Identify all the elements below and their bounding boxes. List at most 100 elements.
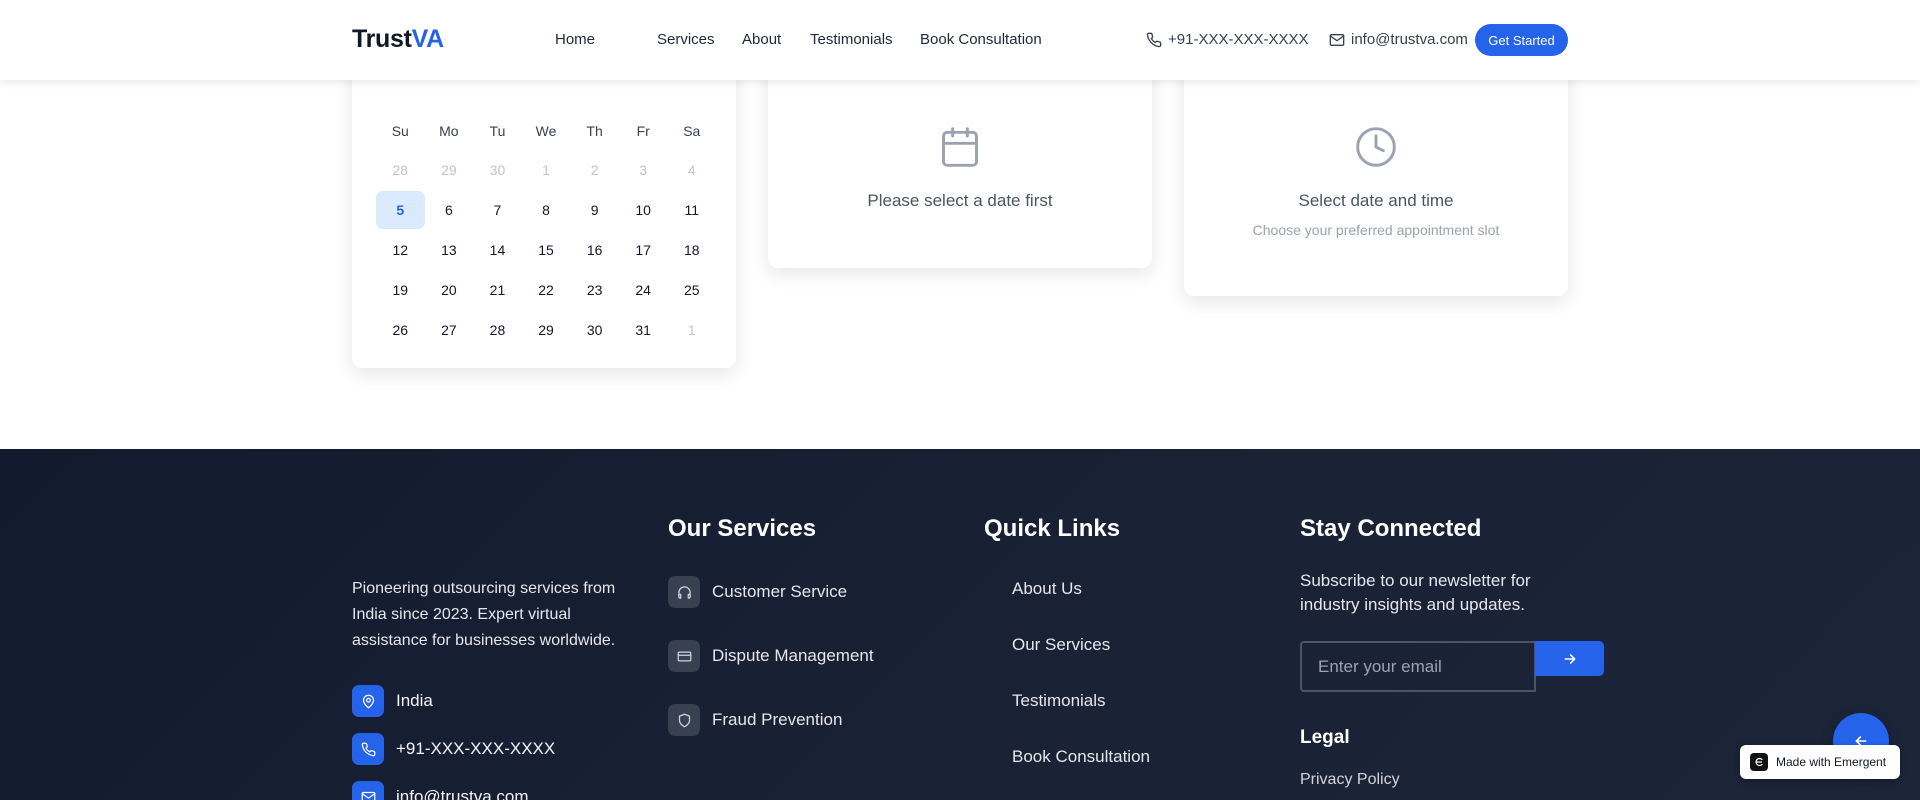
map-pin-icon bbox=[352, 685, 384, 717]
headphones-icon bbox=[668, 576, 700, 608]
quick-link-testimonials[interactable]: Testimonials bbox=[1012, 691, 1106, 711]
service-link-fraud-prevention[interactable]: Fraud Prevention bbox=[668, 704, 842, 736]
calendar-day-outside: 28 bbox=[392, 162, 409, 178]
calendar-week: 26 27 28 29 30 31 1 bbox=[376, 311, 716, 349]
calendar-day[interactable]: 7 bbox=[473, 191, 522, 229]
header-email-text: info@trustva.com bbox=[1351, 31, 1468, 48]
nav-home[interactable]: Home bbox=[555, 31, 595, 48]
nav-book-consultation[interactable]: Book Consultation bbox=[920, 31, 1042, 48]
site-logo[interactable]: TrustVA bbox=[352, 25, 444, 54]
shield-icon bbox=[668, 704, 700, 736]
select-date-message: Please select a date first bbox=[867, 191, 1053, 210]
footer-about-text: Pioneering outsourcing services from Ind… bbox=[352, 580, 616, 649]
nav-about[interactable]: About bbox=[742, 31, 781, 48]
site-footer: Pioneering outsourcing services from Ind… bbox=[0, 449, 1920, 800]
calendar-day[interactable]: 27 bbox=[425, 311, 474, 349]
badge-label: Made with Emergent bbox=[1776, 755, 1887, 769]
service-label: Dispute Management bbox=[712, 646, 874, 665]
quick-link-our-services[interactable]: Our Services bbox=[1012, 635, 1110, 655]
nav-services[interactable]: Services bbox=[657, 31, 715, 48]
calendar-week: 5 6 7 8 9 10 11 bbox=[376, 191, 716, 229]
services-heading: Our Services bbox=[668, 515, 817, 542]
calendar-day[interactable]: 9 bbox=[570, 191, 619, 229]
calendar-day[interactable]: 23 bbox=[570, 271, 619, 309]
calendar-day[interactable]: 29 bbox=[522, 311, 571, 349]
service-label: Customer Service bbox=[712, 582, 848, 601]
summary-title: Select date and time bbox=[1298, 191, 1454, 210]
service-link-dispute-management[interactable]: Dispute Management bbox=[668, 640, 874, 672]
calendar-day[interactable]: 6 bbox=[425, 191, 474, 229]
calendar-weekdays: Su Mo Tu We Th Fr Sa bbox=[376, 112, 716, 150]
calendar-day[interactable]: 31 bbox=[619, 311, 668, 349]
weekday-label: Sa bbox=[683, 123, 701, 139]
calendar-day[interactable]: 28 bbox=[473, 311, 522, 349]
stay-connected-heading: Stay Connected bbox=[1300, 515, 1482, 542]
calendar-day[interactable]: 16 bbox=[570, 231, 619, 269]
weekday-label: Tu bbox=[489, 123, 506, 139]
calendar-day-outside: 29 bbox=[441, 162, 457, 178]
arrow-right-icon bbox=[1564, 653, 1575, 664]
quick-link-about-us[interactable]: About Us bbox=[1012, 579, 1082, 599]
calendar-day-selected[interactable]: 5 bbox=[376, 191, 425, 229]
calendar-day-disabled: 4 bbox=[687, 162, 696, 178]
calendar-day[interactable]: 8 bbox=[522, 191, 571, 229]
footer-email[interactable]: info@trustva.com bbox=[352, 781, 529, 800]
nav-testimonials[interactable]: Testimonials bbox=[810, 31, 893, 48]
calendar-day[interactable]: 13 bbox=[425, 231, 474, 269]
calendar-day[interactable]: 10 bbox=[619, 191, 668, 229]
newsletter-text: Subscribe to our newsletter for industry… bbox=[1300, 571, 1531, 614]
calendar-day[interactable]: 21 bbox=[473, 271, 522, 309]
legal-heading: Legal bbox=[1300, 727, 1350, 748]
header-phone[interactable]: +91-XXX-XXX-XXXX bbox=[1146, 31, 1308, 48]
newsletter-email-input[interactable] bbox=[1300, 641, 1536, 692]
calendar-day-disabled: 3 bbox=[639, 162, 648, 178]
calendar-icon bbox=[942, 127, 978, 167]
phone-icon bbox=[1146, 32, 1162, 47]
quick-links-heading: Quick Links bbox=[984, 515, 1121, 542]
calendar-day[interactable]: 17 bbox=[619, 231, 668, 269]
calendar-day-disabled: 1 bbox=[542, 162, 550, 178]
calendar-week: 19 20 21 22 23 24 25 bbox=[376, 271, 716, 309]
header-phone-text: +91-XXX-XXX-XXXX bbox=[1168, 31, 1309, 48]
phone-icon bbox=[352, 733, 384, 765]
calendar-day[interactable]: 11 bbox=[667, 191, 716, 229]
service-link-customer-service[interactable]: Customer Service bbox=[668, 576, 847, 608]
emergent-logo-icon bbox=[1750, 753, 1768, 771]
logo-main: Trust bbox=[352, 25, 412, 53]
calendar-day[interactable]: 30 bbox=[570, 311, 619, 349]
weekday-label: Th bbox=[586, 123, 603, 139]
calendar-day[interactable]: 20 bbox=[425, 271, 474, 309]
footer-phone[interactable]: +91-XXX-XXX-XXXX bbox=[352, 733, 555, 765]
calendar-day[interactable]: 25 bbox=[667, 271, 716, 309]
calendar-day[interactable]: 18 bbox=[667, 231, 716, 269]
calendar-day-outside: 1 bbox=[687, 322, 696, 338]
weekday-label: Mo bbox=[439, 123, 459, 139]
calendar-day[interactable]: 26 bbox=[376, 311, 425, 349]
weekday-label: Su bbox=[391, 123, 409, 139]
calendar-day[interactable]: 19 bbox=[376, 271, 425, 309]
footer-location-text: India bbox=[396, 691, 433, 710]
quick-link-book-consultation[interactable]: Book Consultation bbox=[1012, 747, 1150, 767]
credit-card-icon bbox=[668, 640, 700, 672]
header-email[interactable]: info@trustva.com bbox=[1329, 31, 1468, 48]
calendar-day[interactable]: 24 bbox=[619, 271, 668, 309]
calendar-day-outside: 30 bbox=[489, 162, 506, 178]
calendar-day[interactable]: 12 bbox=[376, 231, 425, 269]
calendar-day[interactable]: 14 bbox=[473, 231, 522, 269]
newsletter-subscribe-button[interactable] bbox=[1535, 641, 1604, 676]
weekday-label: We bbox=[535, 123, 557, 139]
site-header: TrustVA Home Services About Testimonials… bbox=[0, 0, 1920, 80]
made-with-emergent-badge[interactable]: Made with Emergent bbox=[1740, 745, 1900, 779]
calendar-week: 12 13 14 15 16 17 18 bbox=[376, 231, 716, 269]
service-label: Fraud Prevention bbox=[712, 710, 843, 729]
footer-phone-text: +91-XXX-XXX-XXXX bbox=[396, 739, 556, 758]
calendar-day-disabled: 2 bbox=[590, 162, 599, 178]
logo-accent: VA bbox=[411, 25, 445, 53]
mail-icon bbox=[1329, 33, 1345, 46]
privacy-policy-link[interactable]: Privacy Policy bbox=[1300, 771, 1400, 789]
calendar-day[interactable]: 15 bbox=[522, 231, 571, 269]
calendar-day[interactable]: 22 bbox=[522, 271, 571, 309]
calendar-card: Su Mo Tu We Th Fr Sa 28 29 30 1 2 3 4 5 … bbox=[352, 40, 736, 368]
footer-location: India bbox=[352, 685, 433, 717]
get-started-button[interactable]: Get Started bbox=[1475, 24, 1568, 56]
